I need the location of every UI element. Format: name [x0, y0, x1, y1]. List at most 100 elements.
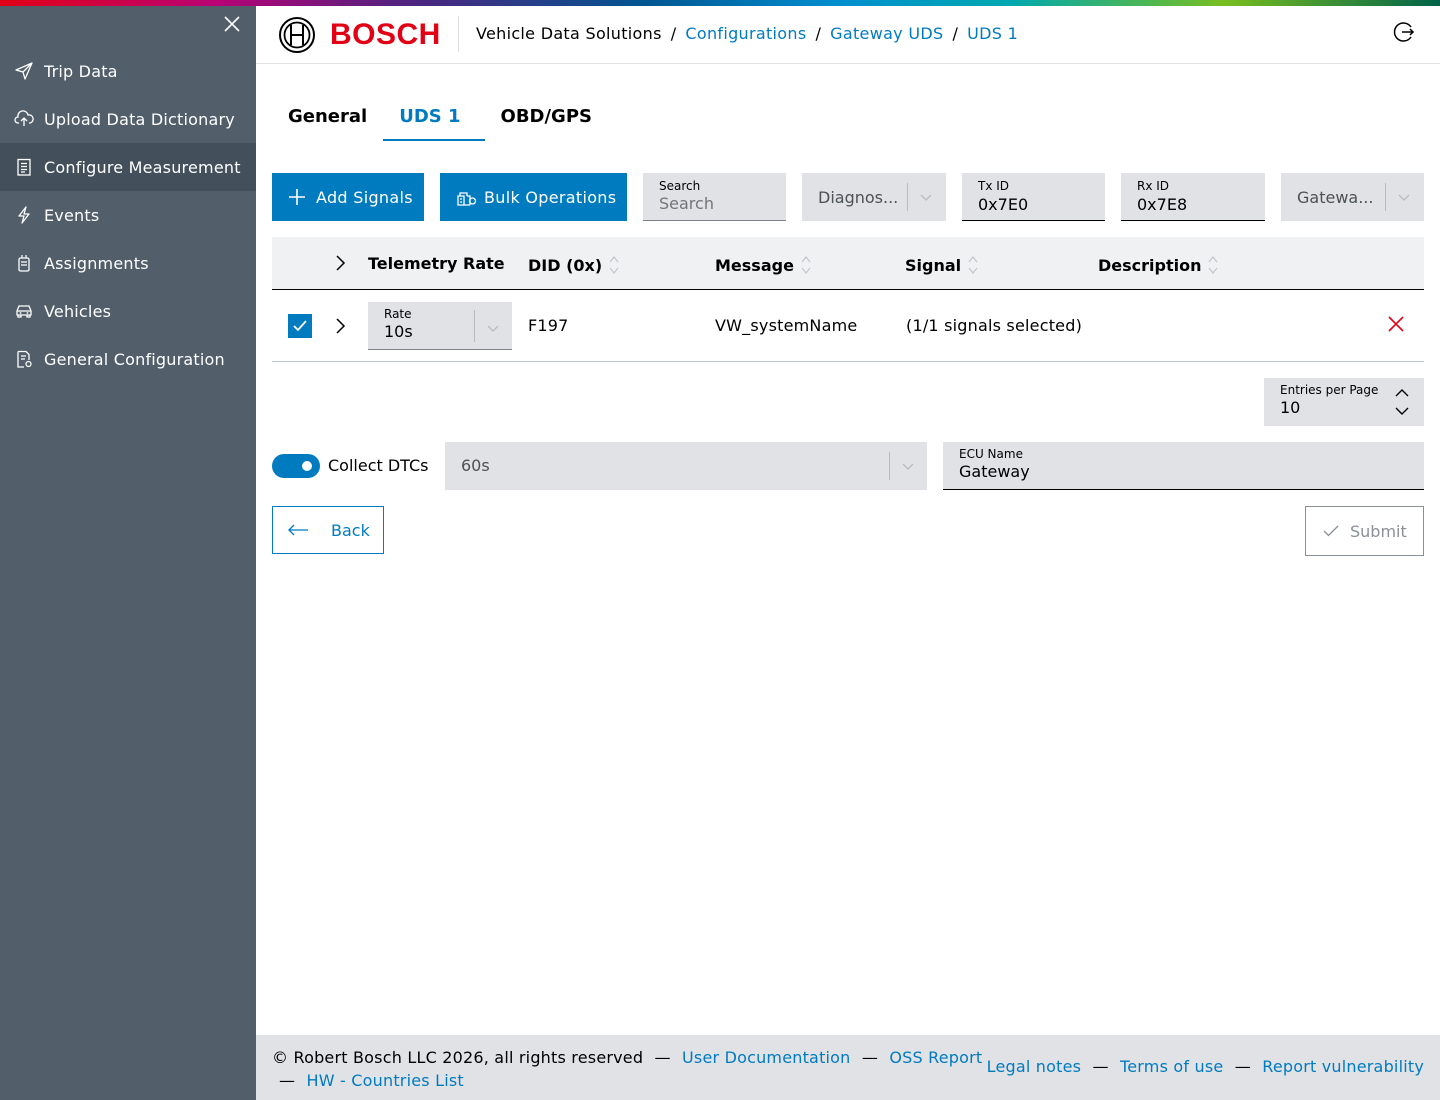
document-settings-icon [14, 349, 34, 369]
add-signals-label: Add Signals [316, 187, 413, 207]
rate-label: Rate [384, 307, 412, 321]
column-header-label: Telemetry Rate [368, 254, 505, 273]
back-button[interactable]: Back [272, 506, 384, 554]
footer-copyright: © Robert Bosch LLC 2026, all rights rese… [272, 1048, 644, 1067]
ecu-name-label: ECU Name [959, 447, 1023, 461]
expand-all-chevron-right-icon[interactable] [330, 253, 350, 273]
add-signals-button[interactable]: Add Signals [272, 173, 424, 221]
footer-link-terms-of-use[interactable]: Terms of use [1120, 1057, 1223, 1076]
sidebar-item-trip-data[interactable]: Trip Data [0, 47, 256, 95]
column-header-label: Signal [905, 255, 962, 275]
footer-link-user-documentation[interactable]: User Documentation [682, 1048, 851, 1067]
sidebar-item-assignments[interactable]: Assignments [0, 239, 256, 287]
tab-uds-1[interactable]: UDS 1 [383, 96, 485, 141]
sidebar-item-label: Assignments [44, 253, 149, 273]
column-header-telemetry-rate: Telemetry Rate [368, 254, 505, 273]
entries-per-page-value: 10 [1280, 398, 1301, 417]
footer-link-oss-report[interactable]: OSS Report [889, 1048, 982, 1067]
footer-separator: — [1234, 1057, 1251, 1076]
sidebar-item-general-configuration[interactable]: General Configuration [0, 335, 256, 383]
logout-icon[interactable] [1392, 20, 1416, 44]
expand-row-chevron-right-icon[interactable] [330, 316, 350, 336]
column-header-label: Message [715, 255, 794, 275]
bosch-logo[interactable]: BOSCH [278, 16, 441, 54]
table-row: Rate 10s F197 VW_systemName (1/1 signals… [272, 290, 1424, 362]
footer-separator: — [654, 1048, 671, 1067]
cell-did: F197 [528, 316, 569, 335]
ecu-name-field[interactable]: ECU Name Gateway [943, 442, 1424, 490]
column-header-did[interactable]: DID (0x) [528, 254, 620, 276]
device-icon [14, 253, 34, 273]
sidebar-item-upload-data-dictionary[interactable]: Upload Data Dictionary [0, 95, 256, 143]
header-divider [458, 16, 459, 52]
chevron-down-icon [1398, 194, 1410, 201]
footer-link-report-vulnerability[interactable]: Report vulnerability [1262, 1057, 1424, 1076]
breadcrumb-separator: / [952, 24, 959, 43]
rx-id-label: Rx ID [1137, 179, 1170, 193]
sidebar-nav: Trip Data Upload Data Dictionary Configu… [0, 47, 256, 383]
bulk-operations-icon [457, 192, 477, 206]
app-header: BOSCH Vehicle Data Solutions / Configura… [256, 6, 1440, 64]
close-icon[interactable] [220, 12, 244, 36]
breadcrumb-root: Vehicle Data Solutions [476, 24, 662, 43]
sort-icon [609, 256, 619, 274]
sidebar: Trip Data Upload Data Dictionary Configu… [0, 6, 256, 1100]
footer-link-legal-notes[interactable]: Legal notes [987, 1057, 1082, 1076]
bosch-armature-icon [279, 17, 315, 53]
breadcrumb-link-uds-1[interactable]: UDS 1 [967, 24, 1018, 43]
tx-id-field[interactable]: Tx ID 0x7E0 [962, 173, 1105, 221]
breadcrumb-link-configurations[interactable]: Configurations [685, 24, 806, 43]
bulk-operations-label: Bulk Operations [484, 187, 617, 207]
dtc-interval-value: 60s [461, 456, 490, 475]
sidebar-item-label: Vehicles [44, 301, 112, 321]
footer-link-hw-countries-list[interactable]: HW - Countries List [307, 1071, 464, 1090]
tx-id-label: Tx ID [978, 179, 1010, 193]
tab-general[interactable]: General [272, 96, 383, 141]
delete-row-close-icon[interactable] [1386, 314, 1406, 334]
column-header-signal[interactable]: Signal [905, 254, 979, 276]
tab-bar: General UDS 1 OBD/GPS [272, 96, 608, 142]
sidebar-item-label: Configure Measurement [44, 157, 241, 177]
column-header-label: Description [1098, 255, 1202, 275]
cell-signal[interactable]: (1/1 signals selected) [906, 316, 1082, 335]
dtc-interval-select[interactable]: 60s [445, 442, 927, 490]
entries-per-page-select[interactable]: Entries per Page 10 [1264, 378, 1424, 426]
sort-icon [801, 256, 811, 274]
clipboard-list-icon [14, 157, 34, 177]
lightning-icon [14, 205, 34, 225]
submit-button[interactable]: Submit [1305, 506, 1424, 556]
send-icon [14, 61, 34, 81]
column-header-description[interactable]: Description [1098, 254, 1219, 276]
checkmark-icon [1323, 525, 1339, 537]
table-header: Telemetry Rate DID (0x) Message Signal D… [272, 237, 1424, 290]
rx-id-field[interactable]: Rx ID 0x7E8 [1121, 173, 1265, 221]
breadcrumb-link-gateway-uds[interactable]: Gateway UDS [830, 24, 943, 43]
row-checkbox[interactable] [288, 314, 312, 338]
entries-per-page-label: Entries per Page [1280, 383, 1379, 397]
sidebar-item-label: Events [44, 205, 100, 225]
ecu-name-value: Gateway [959, 462, 1030, 481]
sidebar-item-configure-measurement[interactable]: Configure Measurement [0, 143, 256, 191]
search-label: Search [659, 179, 701, 193]
sidebar-item-events[interactable]: Events [0, 191, 256, 239]
column-header-message[interactable]: Message [715, 254, 812, 276]
tab-obd-gps[interactable]: OBD/GPS [485, 96, 608, 141]
search-field: Search [643, 173, 786, 221]
rate-select[interactable]: Rate 10s [368, 302, 512, 350]
search-input[interactable] [659, 194, 770, 213]
sidebar-item-label: Trip Data [44, 61, 118, 81]
footer-left: © Robert Bosch LLC 2026, all rights rese… [272, 1046, 982, 1092]
select-divider [907, 183, 908, 211]
footer-separator: — [1092, 1057, 1109, 1076]
rate-value: 10s [384, 322, 413, 341]
app-footer: © Robert Bosch LLC 2026, all rights rese… [256, 1035, 1440, 1100]
chevron-down-icon [920, 194, 932, 201]
sort-icon [968, 256, 978, 274]
collect-dtcs-toggle[interactable] [272, 454, 320, 478]
gateway-select-value: Gatewa... [1297, 187, 1374, 207]
back-label: Back [331, 520, 370, 540]
sidebar-item-vehicles[interactable]: Vehicles [0, 287, 256, 335]
bulk-operations-button[interactable]: Bulk Operations [440, 173, 627, 221]
footer-separator: — [279, 1071, 296, 1090]
tx-id-value: 0x7E0 [978, 195, 1029, 214]
